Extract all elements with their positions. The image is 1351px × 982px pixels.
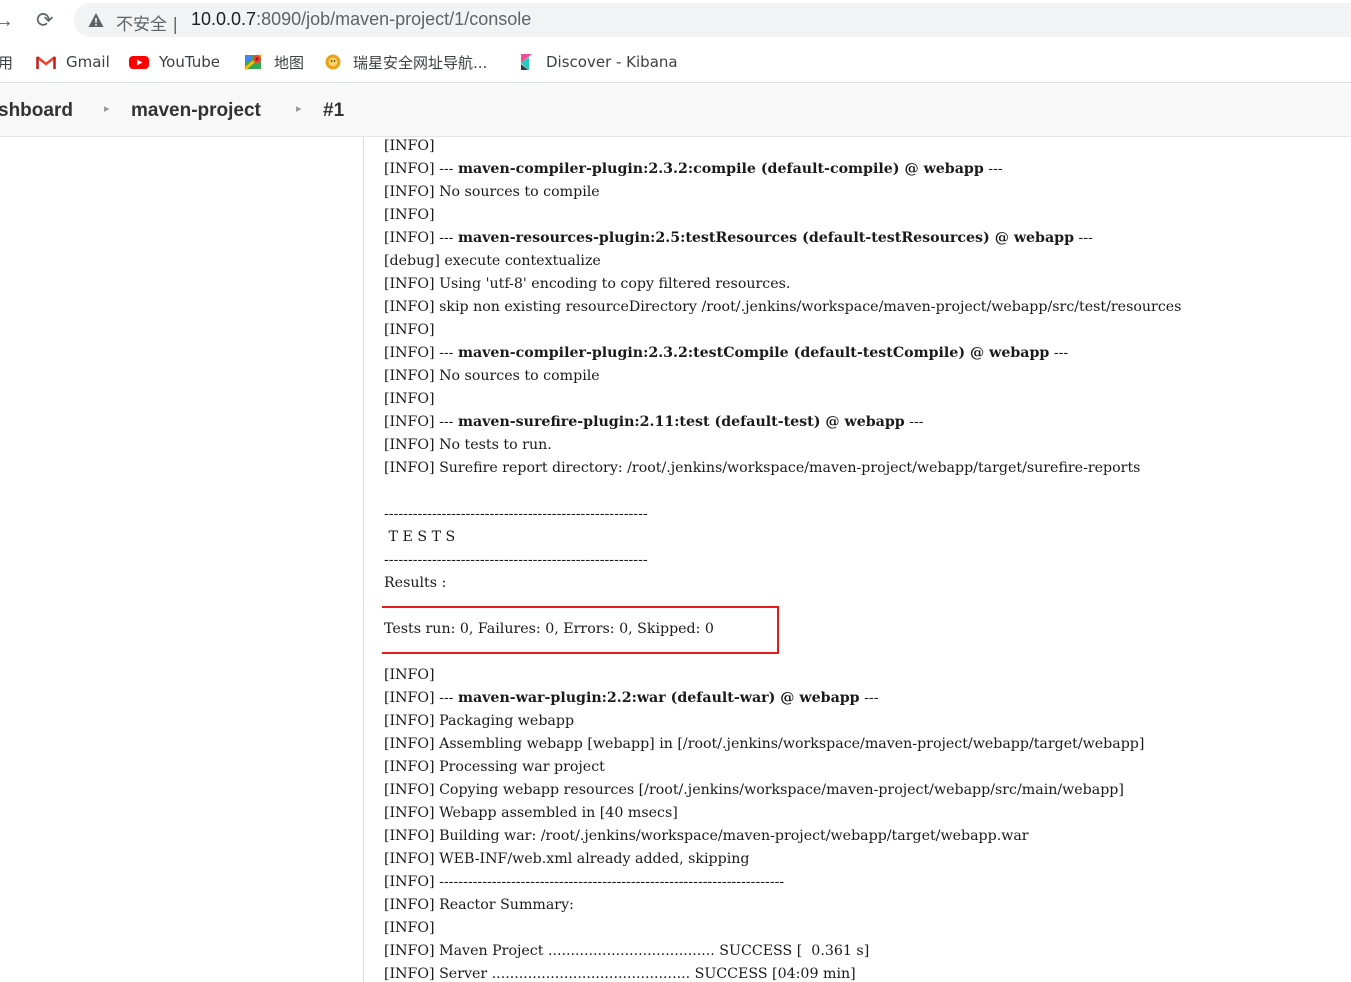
forward-arrow-icon[interactable]: → — [0, 9, 14, 33]
breadcrumb-dashboard[interactable]: shboard — [0, 100, 73, 122]
console-line: [INFO] No tests to run. — [384, 437, 552, 453]
console-line: [INFO] — [384, 138, 435, 154]
console-line: [INFO] skip non existing resourceDirecto… — [384, 299, 1182, 315]
bookmark-youtube[interactable]: YouTube — [129, 51, 220, 73]
console-line: [debug] execute contextualize — [384, 253, 601, 269]
side-panel-divider — [363, 137, 364, 982]
console-line: [INFO] Packaging webapp — [384, 713, 575, 729]
breadcrumb-build[interactable]: #1 — [323, 100, 344, 122]
console-line: [INFO] Using 'utf-8' encoding to copy fi… — [384, 276, 791, 292]
console-line: [INFO] --- maven-compiler-plugin:2.3.2:t… — [384, 345, 1069, 361]
warning-icon[interactable] — [88, 12, 104, 28]
bookmark-maps[interactable]: 地图 — [244, 51, 304, 73]
bookmarks-bar: 用 Gmail YouTube 地图 瑞星安全网址导航... Discover … — [0, 42, 1351, 83]
console-line: [INFO] No sources to compile — [384, 184, 600, 200]
bookmark-label: 用 — [0, 53, 14, 72]
bookmark-label: YouTube — [159, 53, 220, 71]
console-line: [INFO] Server ..........................… — [384, 966, 856, 982]
console-line: [INFO] Assembling webapp [webapp] in [/r… — [384, 736, 1145, 752]
console-line: ----------------------------------------… — [384, 506, 648, 522]
console-line: ----------------------------------------… — [384, 552, 648, 568]
console-line: [INFO] — [384, 920, 435, 936]
console-line: [INFO] --- maven-surefire-plugin:2.11:te… — [384, 414, 924, 430]
rising-lion-icon — [325, 54, 341, 70]
gmail-icon — [36, 55, 56, 69]
address-bar[interactable]: 不安全 | 10.0.0.7:8090/job/maven-project/1/… — [74, 3, 1351, 37]
url-host: 10.0.0.7 — [191, 9, 257, 29]
console-output: [INFO] [INFO] --- maven-compiler-plugin:2… — [382, 137, 1342, 982]
console-line: [INFO] Surefire report directory: /root/… — [384, 460, 1141, 476]
console-line: [INFO] — [384, 322, 435, 338]
bookmark-apps[interactable]: 用 — [0, 51, 13, 73]
breadcrumb: shboard ▸ maven-project ▸ #1 — [0, 84, 1351, 137]
console-line: Results : — [384, 575, 447, 591]
console-line: [INFO] --- maven-war-plugin:2.2:war (def… — [384, 690, 879, 706]
console-line: [INFO] Copying webapp resources [/root/.… — [384, 782, 1124, 798]
browser-toolbar: → ⟳ 不安全 | 10.0.0.7:8090/job/maven-projec… — [0, 0, 1351, 42]
reload-icon[interactable]: ⟳ — [36, 9, 54, 33]
console-line: [INFO] Reactor Summary: — [384, 897, 574, 913]
maps-icon — [244, 54, 262, 70]
console-line: Tests run: 0, Failures: 0, Errors: 0, Sk… — [384, 621, 714, 637]
console-line: [INFO] ---------------------------------… — [384, 874, 785, 890]
bookmark-label: 瑞星安全网址导航... — [353, 53, 488, 72]
url-text[interactable]: 10.0.0.7:8090/job/maven-project/1/consol… — [191, 9, 531, 30]
bookmark-kibana[interactable]: Discover - Kibana — [516, 51, 678, 73]
console-line: [INFO] Maven Project ...................… — [384, 943, 870, 959]
console-line: [INFO] — [384, 391, 435, 407]
console-line: [INFO] Building war: /root/.jenkins/work… — [384, 828, 1029, 844]
breadcrumb-project[interactable]: maven-project — [131, 100, 261, 122]
youtube-icon — [129, 56, 149, 69]
console-line: [INFO] Webapp assembled in [40 msecs] — [384, 805, 678, 821]
breadcrumb-separator-icon: ▸ — [296, 103, 302, 115]
bookmark-rising[interactable]: 瑞星安全网址导航... — [323, 51, 487, 73]
bookmark-label: 地图 — [274, 53, 305, 72]
console-line: [INFO] WEB-INF/web.xml already added, sk… — [384, 851, 750, 867]
main-content: [INFO] [INFO] --- maven-compiler-plugin:2… — [0, 137, 1351, 982]
bookmark-label: Gmail — [66, 53, 110, 71]
security-status-label: 不安全 | — [116, 15, 179, 35]
console-line: T E S T S — [384, 529, 456, 545]
console-line: [INFO] — [384, 207, 435, 223]
console-line: [INFO] Processing war project — [384, 759, 605, 775]
bookmark-label: Discover - Kibana — [546, 53, 678, 71]
bookmark-gmail[interactable]: Gmail — [36, 51, 110, 73]
kibana-icon — [521, 54, 532, 70]
console-line: [INFO] — [384, 667, 435, 683]
console-line: [INFO] --- maven-compiler-plugin:2.3.2:c… — [384, 161, 1003, 177]
url-path: :8090/job/maven-project/1/console — [256, 9, 532, 29]
breadcrumb-separator-icon: ▸ — [104, 103, 110, 115]
console-line: [INFO] No sources to compile — [384, 368, 600, 384]
console-line: [INFO] --- maven-resources-plugin:2.5:te… — [384, 230, 1093, 246]
